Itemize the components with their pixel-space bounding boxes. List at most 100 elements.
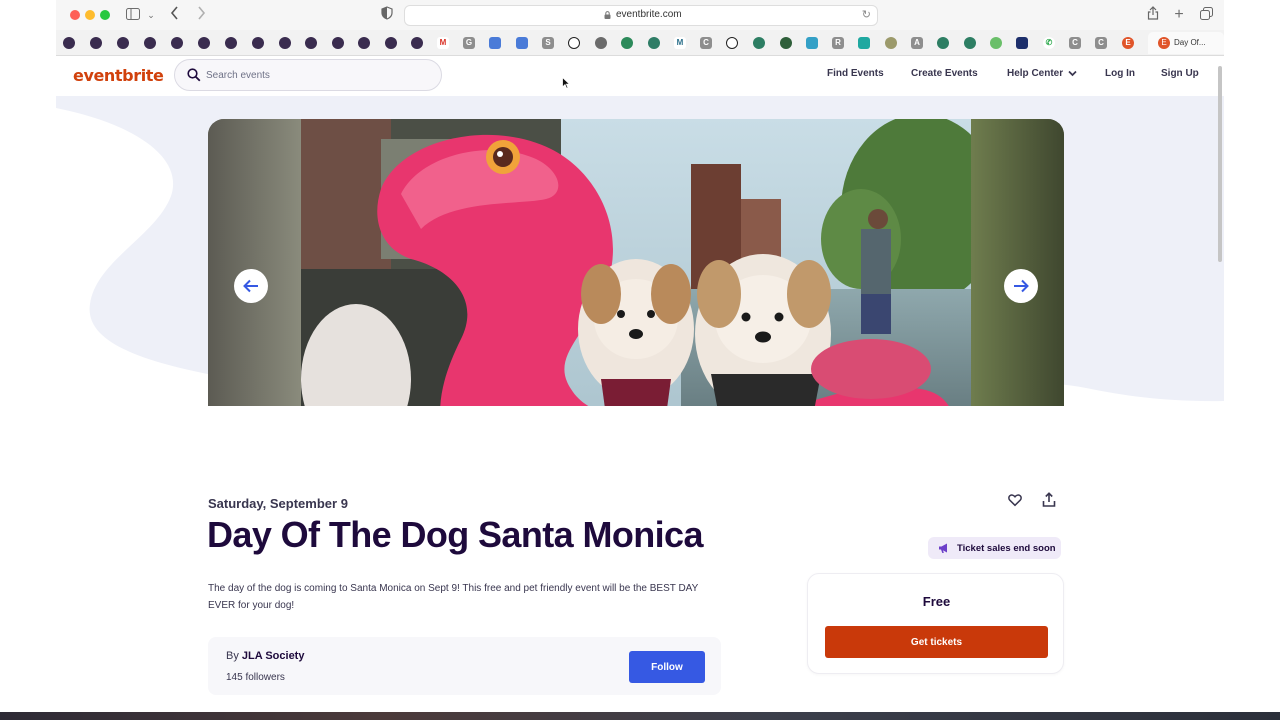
nav-find-events[interactable]: Find Events bbox=[827, 68, 884, 79]
search-bar[interactable] bbox=[174, 59, 442, 91]
bookmark-icon[interactable] bbox=[937, 37, 949, 49]
ticket-price: Free bbox=[922, 594, 951, 609]
bookmark-icon[interactable] bbox=[885, 37, 897, 49]
bookmark-icon[interactable] bbox=[1016, 37, 1028, 49]
bookmark-icon[interactable]: G bbox=[463, 37, 475, 49]
share-icon[interactable] bbox=[1146, 6, 1160, 24]
tab-overview-icon[interactable] bbox=[1199, 6, 1213, 24]
new-tab-icon[interactable]: + bbox=[1172, 6, 1186, 24]
bookmark-icon[interactable] bbox=[648, 37, 660, 49]
site-header: eventbrite Find Events Create Events Hel… bbox=[56, 56, 1224, 96]
carousel-side-blur bbox=[971, 119, 1064, 406]
lock-icon bbox=[604, 11, 611, 19]
url-text: eventbrite.com bbox=[616, 9, 682, 20]
bookmark-icon[interactable] bbox=[252, 37, 264, 49]
eventbrite-logo[interactable]: eventbrite bbox=[73, 66, 164, 85]
reload-icon[interactable]: ↻ bbox=[862, 8, 871, 21]
event-title: Day Of The Dog Santa Monica bbox=[207, 514, 703, 555]
screen-margin-right bbox=[1224, 0, 1280, 720]
forward-arrow-icon[interactable] bbox=[194, 6, 208, 24]
event-date: Saturday, September 9 bbox=[208, 496, 348, 511]
bookmark-icon[interactable]: A bbox=[911, 37, 923, 49]
nav-help-center[interactable]: Help Center bbox=[1007, 68, 1063, 79]
arrow-left-icon bbox=[243, 279, 258, 293]
bookmark-icon[interactable]: M bbox=[674, 37, 686, 49]
bookmark-icon[interactable] bbox=[144, 37, 156, 49]
bookmark-icon[interactable]: E bbox=[1122, 37, 1134, 49]
zoom-window-button[interactable] bbox=[100, 10, 110, 20]
bookmark-icon[interactable] bbox=[858, 37, 870, 49]
bookmark-icon[interactable] bbox=[332, 37, 344, 49]
bookmark-icon[interactable] bbox=[780, 37, 792, 49]
tab-title: Day Of... bbox=[1174, 38, 1206, 47]
nav-create-events[interactable]: Create Events bbox=[911, 68, 978, 79]
bookmark-icon[interactable] bbox=[63, 37, 75, 49]
bookmark-icon[interactable] bbox=[90, 37, 102, 49]
bookmark-icon[interactable] bbox=[964, 37, 976, 49]
phone-bookmark-icon[interactable]: ✆ bbox=[1043, 37, 1055, 49]
active-tab[interactable]: E Day Of... bbox=[1148, 32, 1224, 54]
docs-bookmark-icon[interactable] bbox=[489, 37, 501, 49]
browser-window: ⌄ eventbrite.com ↻ + M G S M C R A ✆ C C… bbox=[56, 0, 1224, 720]
close-window-button[interactable] bbox=[70, 10, 80, 20]
favorites-bar: M G S M C R A ✆ C C E E Day Of... bbox=[56, 30, 1224, 56]
bookmark-icon[interactable]: C bbox=[1095, 37, 1107, 49]
address-bar[interactable]: eventbrite.com ↻ bbox=[404, 5, 878, 26]
bookmark-icon[interactable] bbox=[358, 37, 370, 49]
nav-sign-up[interactable]: Sign Up bbox=[1161, 68, 1199, 79]
arrow-right-icon bbox=[1014, 279, 1029, 293]
bookmark-icon[interactable] bbox=[117, 37, 129, 49]
ticket-card: Free Get tickets bbox=[807, 573, 1064, 674]
image-carousel[interactable] bbox=[208, 119, 1064, 406]
eventbrite-favicon-icon: E bbox=[1158, 37, 1170, 49]
bookmark-icon[interactable]: C bbox=[700, 37, 712, 49]
bookmark-icon[interactable] bbox=[411, 37, 423, 49]
previous-slide-button[interactable] bbox=[234, 269, 268, 303]
bookmark-icon[interactable]: R bbox=[832, 37, 844, 49]
bookmark-icon[interactable] bbox=[385, 37, 397, 49]
bookmark-icon[interactable] bbox=[568, 37, 580, 49]
bookmark-icon[interactable] bbox=[621, 37, 633, 49]
bookmark-icon[interactable] bbox=[990, 37, 1002, 49]
follower-count: 145 followers bbox=[226, 672, 285, 683]
chevron-down-icon[interactable]: ⌄ bbox=[146, 6, 156, 24]
screen-margin-left bbox=[0, 0, 56, 720]
bookmark-icon[interactable] bbox=[305, 37, 317, 49]
organizer-name[interactable]: JLA Society bbox=[242, 650, 305, 662]
bookmark-icon[interactable]: S bbox=[542, 37, 554, 49]
organizer-byline: By JLA Society bbox=[226, 650, 304, 662]
nav-log-in[interactable]: Log In bbox=[1105, 68, 1135, 79]
bookmark-icon[interactable] bbox=[753, 37, 765, 49]
bookmark-icon[interactable]: C bbox=[1069, 37, 1081, 49]
organizer-by-prefix: By bbox=[226, 650, 239, 662]
bookmark-icon[interactable] bbox=[595, 37, 607, 49]
bookmark-icon[interactable] bbox=[198, 37, 210, 49]
heart-icon[interactable] bbox=[1008, 493, 1022, 507]
bookmark-icon[interactable] bbox=[171, 37, 183, 49]
bookmark-icon[interactable] bbox=[225, 37, 237, 49]
megaphone-icon bbox=[939, 543, 947, 553]
bookmark-icon[interactable] bbox=[806, 37, 818, 49]
minimize-window-button[interactable] bbox=[85, 10, 95, 20]
event-summary: The day of the dog is coming to Santa Mo… bbox=[208, 583, 699, 611]
privacy-shield-icon[interactable] bbox=[380, 6, 394, 24]
search-input[interactable] bbox=[206, 67, 406, 83]
get-tickets-button[interactable]: Get tickets bbox=[825, 626, 1048, 658]
scrollbar-thumb[interactable] bbox=[1218, 66, 1222, 262]
sidebar-toggle-icon[interactable] bbox=[125, 6, 141, 24]
bookmark-icon[interactable] bbox=[279, 37, 291, 49]
search-icon bbox=[187, 68, 201, 82]
carousel-side-blur bbox=[208, 119, 301, 406]
next-slide-button[interactable] bbox=[1004, 269, 1038, 303]
sales-ending-badge: Ticket sales end soon bbox=[928, 537, 1061, 559]
bookmark-icon[interactable] bbox=[726, 37, 738, 49]
mouse-cursor-icon bbox=[562, 77, 570, 89]
share-icon[interactable] bbox=[1042, 492, 1056, 508]
organizer-card: By JLA Society 145 followers Follow bbox=[208, 637, 721, 695]
follow-button[interactable]: Follow bbox=[629, 651, 705, 683]
chevron-down-icon[interactable] bbox=[1068, 70, 1077, 77]
docs-bookmark-icon[interactable] bbox=[516, 37, 528, 49]
page-scrollbar[interactable] bbox=[1216, 56, 1224, 720]
gmail-bookmark-icon[interactable]: M bbox=[437, 37, 449, 49]
back-arrow-icon[interactable] bbox=[168, 6, 182, 24]
